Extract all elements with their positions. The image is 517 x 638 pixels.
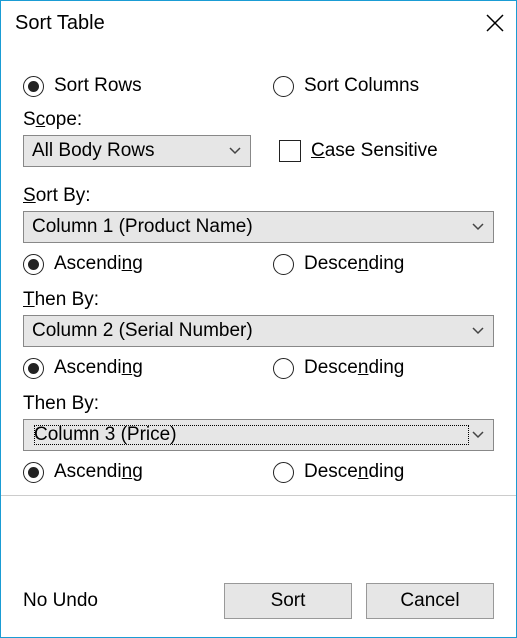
- then-by-2-value: Column 3 (Price): [32, 423, 471, 447]
- then-by-2-descending-radio[interactable]: [273, 462, 294, 483]
- then-by-2-descending-label: Descending: [304, 461, 404, 483]
- sort-by-descending-radio[interactable]: [273, 254, 294, 275]
- sort-button[interactable]: Sort: [224, 583, 352, 619]
- scope-label: Scope:: [23, 109, 494, 131]
- scope-select[interactable]: All Body Rows: [23, 135, 251, 167]
- then-by-1-ascending-label: Ascending: [54, 357, 143, 379]
- sort-table-dialog: Sort Table Sort Rows Sort Columns Scope:…: [0, 0, 517, 638]
- then-by-1-descending-radio[interactable]: [273, 358, 294, 379]
- then-by-1-ascending-radio[interactable]: [23, 358, 44, 379]
- then-by-1-descending-label: Descending: [304, 357, 404, 379]
- scope-select-value: All Body Rows: [32, 140, 228, 162]
- no-undo-label: No Undo: [23, 590, 210, 612]
- chevron-down-icon: [471, 324, 485, 338]
- then-by-1-select[interactable]: Column 2 (Serial Number): [23, 315, 494, 347]
- then-by-2-select[interactable]: Column 3 (Price): [23, 419, 494, 451]
- sort-rows-radio[interactable]: [23, 76, 44, 97]
- sort-by-ascending-radio[interactable]: [23, 254, 44, 275]
- cancel-button[interactable]: Cancel: [366, 583, 494, 619]
- chevron-down-icon: [471, 428, 485, 442]
- chevron-down-icon: [471, 220, 485, 234]
- dialog-title: Sort Table: [15, 12, 105, 35]
- then-by-1-value: Column 2 (Serial Number): [32, 320, 471, 342]
- sort-rows-label: Sort Rows: [54, 75, 142, 97]
- separator: [1, 495, 516, 496]
- then-by-2-label: Then By:: [23, 393, 494, 415]
- chevron-down-icon: [228, 144, 242, 158]
- sort-by-select[interactable]: Column 1 (Product Name): [23, 211, 494, 243]
- sort-columns-label: Sort Columns: [304, 75, 419, 97]
- sort-by-ascending-label: Ascending: [54, 253, 143, 275]
- sort-by-descending-label: Descending: [304, 253, 404, 275]
- close-icon[interactable]: [486, 14, 504, 32]
- dialog-content: Sort Rows Sort Columns Scope: All Body R…: [1, 45, 516, 565]
- case-sensitive-label: Case Sensitive: [311, 140, 438, 162]
- then-by-1-label: Then By:: [23, 289, 494, 311]
- sort-by-label: Sort By:: [23, 185, 494, 207]
- case-sensitive-checkbox[interactable]: [279, 140, 301, 162]
- titlebar: Sort Table: [1, 1, 516, 45]
- dialog-footer: No Undo Sort Cancel: [1, 565, 516, 637]
- sort-columns-radio[interactable]: [273, 76, 294, 97]
- then-by-2-ascending-label: Ascending: [54, 461, 143, 483]
- sort-by-value: Column 1 (Product Name): [32, 216, 471, 238]
- then-by-2-ascending-radio[interactable]: [23, 462, 44, 483]
